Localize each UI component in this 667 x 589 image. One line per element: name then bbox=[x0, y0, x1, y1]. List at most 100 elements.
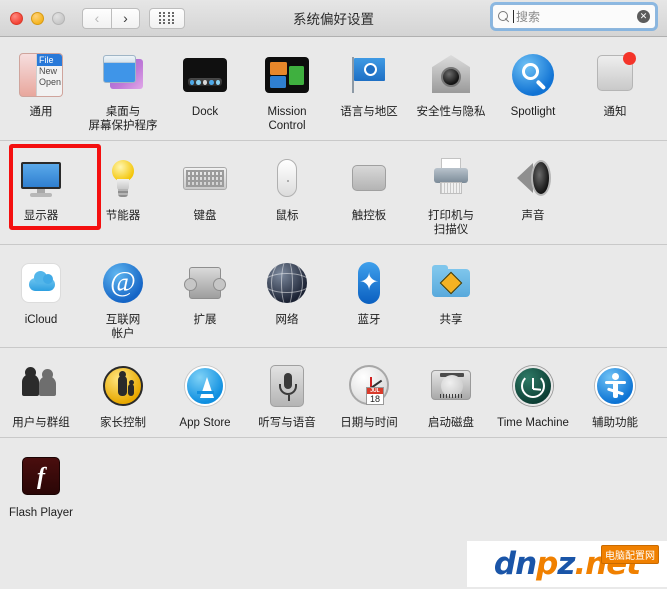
pref-label: Dock bbox=[191, 106, 219, 118]
pref-item-network[interactable]: 网络 bbox=[246, 254, 328, 342]
trackpad-icon bbox=[345, 155, 393, 203]
pref-label: 触控板 bbox=[351, 209, 387, 222]
pref-item-mouse[interactable]: 鼠标 bbox=[246, 150, 328, 238]
sound-icon bbox=[509, 155, 557, 203]
pref-label: 共享 bbox=[439, 313, 463, 326]
network-icon bbox=[263, 259, 311, 307]
minimize-button[interactable] bbox=[31, 11, 44, 25]
pref-item-dock[interactable]: Dock bbox=[164, 46, 246, 134]
date-time-icon: JUL 18 bbox=[345, 362, 393, 410]
parental-controls-icon bbox=[99, 362, 147, 410]
preferences-row-system: 用户与群组 家长控制 App Store 听写与语音 JUL 18 日期与时间 … bbox=[0, 347, 667, 436]
pref-item-sharing[interactable]: 共享 bbox=[410, 254, 492, 342]
back-button[interactable]: ‹ bbox=[82, 7, 111, 29]
pref-item-internet-accounts[interactable]: @ 互联网 帐户 bbox=[82, 254, 164, 342]
pref-label: 互联网 帐户 bbox=[105, 313, 141, 340]
bluetooth-icon: ✦ bbox=[345, 259, 393, 307]
pref-item-security-privacy[interactable]: 安全性与隐私 bbox=[410, 46, 492, 134]
general-icon-menu-item-open: Open bbox=[39, 77, 62, 87]
pref-item-users-groups[interactable]: 用户与群组 bbox=[0, 357, 82, 430]
general-icon-menu-item-new: New bbox=[39, 66, 58, 76]
icloud-icon bbox=[17, 259, 65, 307]
pref-label: 用户与群组 bbox=[12, 417, 70, 430]
pref-item-extensions[interactable]: 扩展 bbox=[164, 254, 246, 342]
pref-label: 网络 bbox=[275, 313, 299, 326]
pref-label: 显示器 bbox=[23, 209, 59, 222]
flash-player-icon: f bbox=[17, 452, 65, 500]
startup-disk-icon bbox=[427, 362, 475, 410]
pref-label: 听写与语音 bbox=[258, 417, 316, 430]
pref-item-app-store[interactable]: App Store bbox=[164, 357, 246, 430]
pref-item-keyboard[interactable]: 键盘 bbox=[164, 150, 246, 238]
desktop-screensaver-icon bbox=[99, 51, 147, 99]
watermark-logo: dnpz.net 电脑配置网 bbox=[467, 541, 667, 587]
pref-label: Time Machine bbox=[497, 417, 569, 430]
close-button[interactable] bbox=[10, 11, 23, 25]
general-icon: File New Open bbox=[17, 51, 65, 99]
mission-control-icon bbox=[263, 51, 311, 99]
calendar-badge: JUL 18 bbox=[366, 387, 384, 406]
pref-label: 节能器 bbox=[105, 209, 141, 222]
pref-item-language-region[interactable]: 语言与地区 bbox=[328, 46, 410, 134]
zoom-button bbox=[52, 11, 65, 25]
clear-search-button[interactable]: ✕ bbox=[637, 10, 650, 23]
pref-label: 安全性与隐私 bbox=[416, 106, 486, 118]
pref-item-bluetooth[interactable]: ✦ 蓝牙 bbox=[328, 254, 410, 342]
pref-item-trackpad[interactable]: 触控板 bbox=[328, 150, 410, 238]
language-region-icon bbox=[345, 51, 393, 99]
pref-item-spotlight[interactable]: Spotlight bbox=[492, 46, 574, 134]
pref-label: 通用 bbox=[29, 106, 53, 118]
preferences-row-personal: File New Open 通用 桌面与 屏幕保护程序 Dock Mission… bbox=[0, 37, 667, 140]
grid-icon bbox=[158, 11, 176, 25]
internet-accounts-icon: @ bbox=[99, 259, 147, 307]
watermark-dn: dn bbox=[493, 546, 537, 582]
preferences-row-hardware: 显示器 节能器 键盘 鼠标 触控板 打印机与 扫描仪 声音 bbox=[0, 139, 667, 244]
pref-label: 辅助功能 bbox=[592, 417, 638, 430]
text-caret bbox=[513, 10, 514, 23]
pref-item-energy-saver[interactable]: 节能器 bbox=[82, 150, 164, 238]
watermark-p: p bbox=[536, 546, 558, 582]
show-all-grid-button[interactable] bbox=[149, 7, 185, 29]
pref-label: 键盘 bbox=[193, 209, 217, 222]
pref-item-icloud[interactable]: iCloud bbox=[0, 254, 82, 342]
spotlight-icon bbox=[509, 51, 557, 99]
search-icon bbox=[498, 10, 510, 23]
calendar-day: 18 bbox=[369, 394, 380, 405]
pref-item-notifications[interactable]: 通知 bbox=[574, 46, 656, 134]
watermark-badge: 电脑配置网 bbox=[601, 545, 659, 564]
notifications-icon bbox=[591, 51, 639, 99]
pref-item-accessibility[interactable]: 辅助功能 bbox=[574, 357, 656, 430]
dictation-speech-icon bbox=[263, 362, 311, 410]
pref-item-mission-control[interactable]: Mission Control bbox=[246, 46, 328, 134]
forward-button[interactable]: › bbox=[111, 7, 140, 29]
flash-glyph: f bbox=[22, 456, 60, 495]
pref-item-date-time[interactable]: JUL 18 日期与时间 bbox=[328, 357, 410, 430]
general-icon-menu-title: File bbox=[37, 54, 62, 66]
printers-scanners-icon bbox=[427, 155, 475, 203]
pref-item-sound[interactable]: 声音 bbox=[492, 150, 574, 238]
pref-item-displays[interactable]: 显示器 bbox=[0, 150, 82, 238]
preferences-row-other: f Flash Player bbox=[0, 436, 667, 526]
pref-item-parental-controls[interactable]: 家长控制 bbox=[82, 357, 164, 430]
pref-item-flash-player[interactable]: f Flash Player bbox=[0, 447, 82, 520]
pref-label: 桌面与 屏幕保护程序 bbox=[88, 106, 158, 133]
pref-label: 日期与时间 bbox=[340, 417, 398, 430]
watermark-z: z bbox=[557, 546, 575, 582]
pref-item-time-machine[interactable]: Time Machine bbox=[492, 357, 574, 430]
search-field[interactable]: 搜索 ✕ bbox=[492, 4, 656, 29]
pref-item-desktop-screensaver[interactable]: 桌面与 屏幕保护程序 bbox=[82, 46, 164, 134]
pref-item-dictation-speech[interactable]: 听写与语音 bbox=[246, 357, 328, 430]
pref-label: 家长控制 bbox=[100, 417, 146, 430]
search-input[interactable]: 搜索 bbox=[516, 8, 637, 25]
energy-saver-icon bbox=[99, 155, 147, 203]
mouse-icon bbox=[263, 155, 311, 203]
pref-item-startup-disk[interactable]: 启动磁盘 bbox=[410, 357, 492, 430]
preferences-grid: File New Open 通用 桌面与 屏幕保护程序 Dock Mission… bbox=[0, 37, 667, 589]
pref-item-printers-scanners[interactable]: 打印机与 扫描仪 bbox=[410, 150, 492, 238]
navigation-buttons: ‹ › bbox=[82, 7, 140, 29]
traffic-lights bbox=[10, 11, 65, 25]
window-titlebar: ‹ › 系统偏好设置 搜索 ✕ bbox=[0, 0, 667, 37]
search-container: 搜索 ✕ bbox=[492, 4, 656, 29]
displays-icon bbox=[17, 155, 65, 203]
pref-item-general[interactable]: File New Open 通用 bbox=[0, 46, 82, 134]
